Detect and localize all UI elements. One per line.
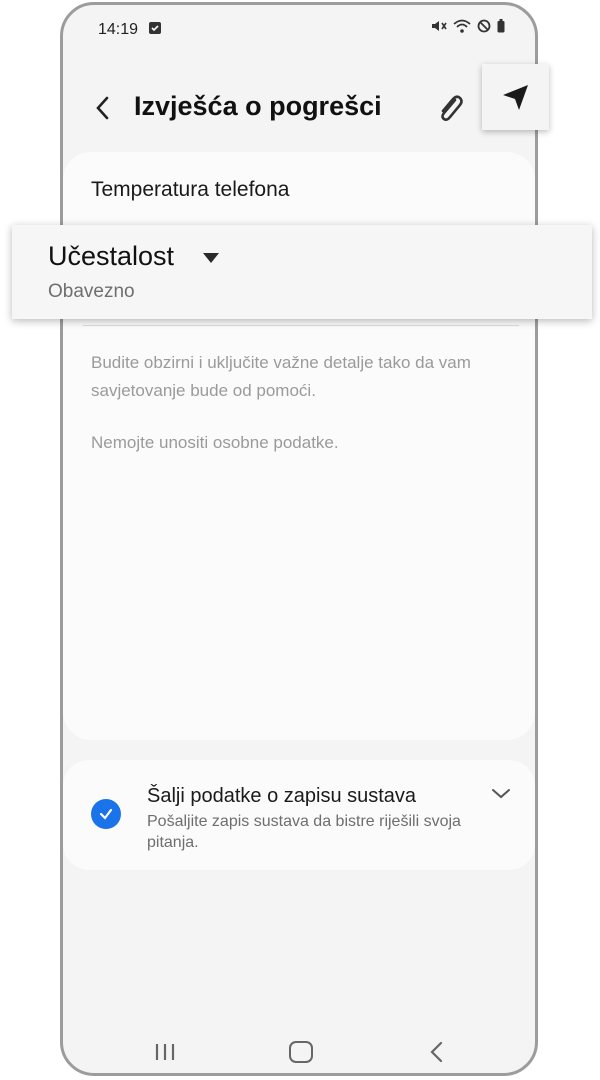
chevron-down-icon bbox=[492, 789, 510, 799]
page-title: Izvješća o pogrešci bbox=[134, 91, 382, 121]
do-not-disturb-icon bbox=[477, 19, 491, 38]
notification-icon bbox=[149, 22, 161, 34]
home-button[interactable] bbox=[289, 1041, 313, 1063]
back-icon bbox=[430, 1041, 443, 1063]
checkmark-icon bbox=[99, 808, 113, 820]
paperclip-icon bbox=[441, 95, 463, 121]
send-icon bbox=[502, 85, 528, 110]
mute-icon bbox=[431, 19, 447, 38]
log-title: Šalji podatke o zapisu sustava bbox=[147, 785, 417, 807]
nav-back-button[interactable] bbox=[429, 1041, 443, 1068]
frequency-label: Učestalost bbox=[48, 241, 175, 271]
divider bbox=[83, 325, 519, 326]
chevron-left-icon bbox=[96, 96, 109, 120]
log-description: Pošaljite zapis sustava da bistre riješi… bbox=[147, 813, 461, 851]
phone-frame: 14:19 Izvješća o pogrešci Temperatura te… bbox=[60, 2, 538, 1076]
expand-button[interactable] bbox=[491, 787, 511, 806]
dropdown-arrow-icon bbox=[202, 251, 220, 269]
status-time: 14:19 bbox=[98, 21, 139, 38]
recents-button[interactable] bbox=[155, 1043, 175, 1066]
frequency-dropdown[interactable]: Učestalost Obavezno bbox=[12, 225, 592, 319]
recents-icon bbox=[155, 1044, 175, 1060]
battery-icon bbox=[497, 19, 505, 38]
wifi-icon bbox=[453, 19, 471, 38]
send-button[interactable] bbox=[482, 64, 549, 130]
attach-button[interactable] bbox=[435, 92, 465, 124]
back-button[interactable] bbox=[91, 93, 115, 123]
privacy-hint: Nemojte unositi osobne podatke. bbox=[91, 433, 339, 452]
temperature-field[interactable]: Temperatura telefona bbox=[91, 178, 289, 202]
description-placeholder[interactable]: Budite obzirni i uključite važne detalje… bbox=[91, 349, 521, 405]
status-icons bbox=[431, 19, 505, 38]
log-checkbox[interactable] bbox=[91, 799, 121, 829]
required-hint: Obavezno bbox=[48, 281, 135, 302]
